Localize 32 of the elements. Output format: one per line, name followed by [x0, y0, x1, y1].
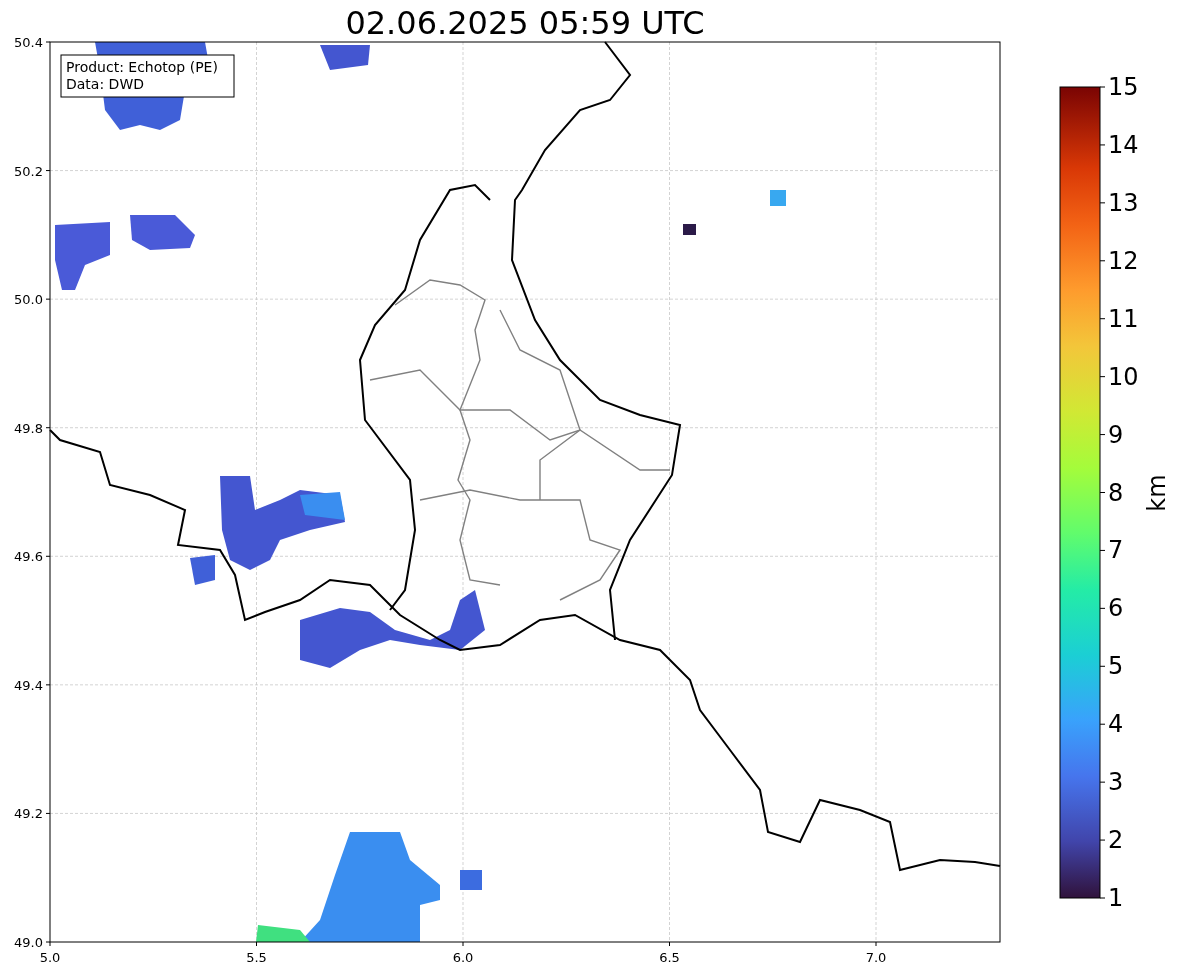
y-tick-label: 50.2 [14, 163, 43, 179]
colorbar-tick-label: 6 [1108, 594, 1124, 623]
colorbar-tick-label: 10 [1108, 362, 1139, 391]
y-tick-label: 49.6 [14, 549, 43, 565]
colorbar-tick-label: 13 [1108, 188, 1139, 217]
colorbar-tick-label: 11 [1108, 304, 1139, 333]
x-tick-label: 6.0 [452, 950, 474, 965]
y-tick-label: 50.4 [14, 35, 43, 50]
y-tick-label: 49.4 [14, 677, 43, 693]
colorbar-tick-label: 14 [1108, 130, 1139, 159]
colorbar-tick-label: 9 [1108, 420, 1124, 449]
legend-text: Product: Echotop (PE) [66, 59, 218, 75]
colorbar-tick-label: 5 [1108, 652, 1124, 681]
colorbar-tick-label: 15 [1108, 73, 1139, 101]
y-tick-label: 49.2 [14, 806, 43, 822]
colorbar-tick-label: 12 [1108, 246, 1139, 275]
colorbar-tick-label: 1 [1108, 884, 1124, 912]
colorbar-label: km [1143, 474, 1171, 512]
x-tick-label: 7.0 [865, 950, 887, 965]
x-tick-label: 5.0 [39, 950, 61, 965]
colorbar-tick-label: 2 [1108, 826, 1124, 855]
x-tick-label: 6.5 [659, 950, 680, 965]
colorbar-tick-label: 3 [1108, 768, 1124, 797]
y-tick-label: 50.0 [14, 292, 43, 308]
colorbar-tick-label: 8 [1108, 478, 1124, 507]
colorbar-tick-label: 7 [1108, 536, 1124, 565]
chart-title: 02.06.2025 05:59 UTC [345, 4, 705, 42]
legend-text: Data: DWD [66, 76, 144, 92]
colorbar-tick-label: 4 [1108, 710, 1124, 739]
y-tick-label: 49.8 [14, 420, 43, 436]
y-tick-label: 49.0 [14, 935, 43, 950]
x-tick-label: 5.5 [246, 950, 267, 965]
